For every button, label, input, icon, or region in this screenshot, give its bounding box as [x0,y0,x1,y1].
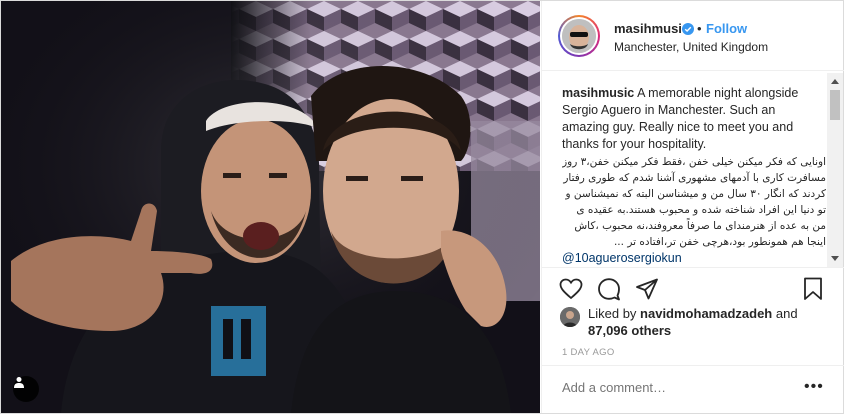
post-header: masihmusic • Follow Manchester, United K… [542,1,844,71]
caption-text-persian: اونایی که فکر میکنن خیلی خفن ،فقط فکر می… [562,156,826,248]
bookmark-icon [803,277,823,306]
liked-by-connector: and [775,306,798,321]
avatar[interactable] [558,15,600,57]
verified-badge-icon [682,22,694,35]
caption-scrollbar[interactable] [827,73,843,267]
post-username[interactable]: masihmusic [614,21,689,36]
heart-icon [559,278,583,305]
post-photo[interactable] [1,1,540,413]
save-button[interactable] [800,277,826,306]
scroll-down-arrow-icon[interactable] [827,251,843,267]
comment-box: ••• [542,365,844,413]
scroll-up-arrow-icon[interactable] [827,73,843,89]
likes-text: Liked by navidmohamadzadeh and 87,096 ot… [588,305,828,339]
scrollbar-thumb[interactable] [830,90,840,120]
like-button[interactable] [558,278,584,304]
more-options-icon[interactable]: ••• [804,378,824,396]
header-separator: • [697,21,702,36]
paper-plane-icon [635,277,659,306]
tag-people-button[interactable] [13,376,39,402]
caption-mention[interactable]: @10aguerosergiokun [562,250,826,266]
caption-username[interactable]: masihmusic [562,86,634,100]
comment-button[interactable] [596,277,622,306]
post-side-panel: masihmusic • Follow Manchester, United K… [541,1,844,413]
location-link[interactable]: Manchester, United Kingdom [614,40,768,54]
post-timestamp[interactable]: 1 DAY AGO [562,347,615,358]
liker-avatar[interactable] [560,307,580,327]
caption: masihmusic A memorable night alongside S… [562,85,826,266]
speech-bubble-icon [597,277,621,306]
first-liker-link[interactable]: navidmohamadzadeh [640,306,772,321]
photo-illustration [1,1,540,413]
comment-input[interactable] [562,380,782,395]
share-button[interactable] [634,278,660,304]
likes-count-link[interactable]: 87,096 others [588,323,671,338]
liked-by-prefix: Liked by [588,306,637,321]
follow-button[interactable]: Follow [706,21,747,36]
